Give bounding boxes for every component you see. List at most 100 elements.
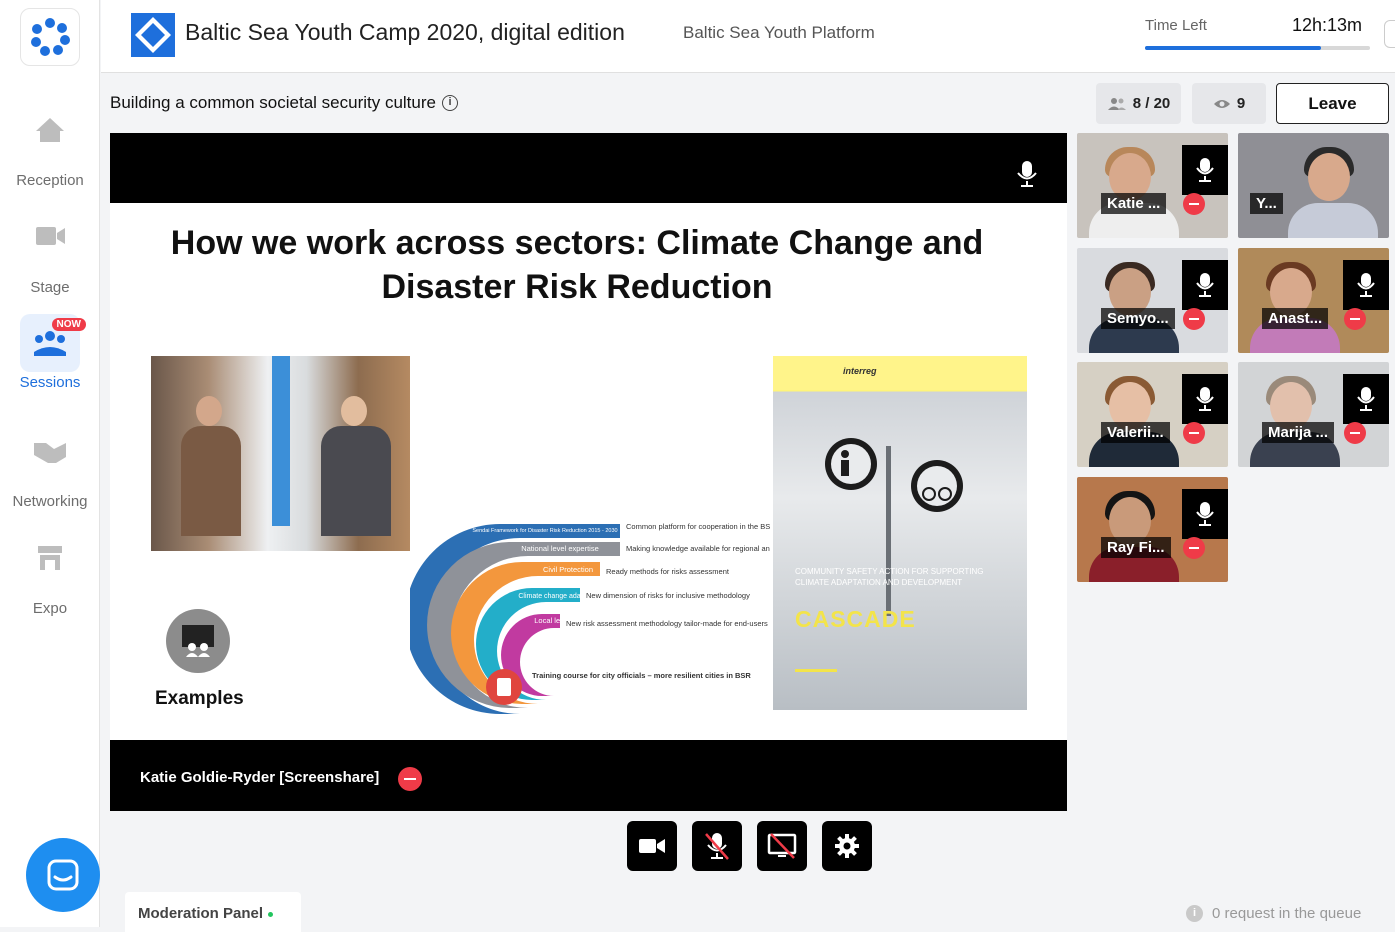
profile-menu-button[interactable] [1384,20,1395,48]
band-label: National level expertise [521,544,599,553]
sidebar-item-expo[interactable]: Expo [0,540,100,640]
moderation-panel-label: Moderation Panel [138,905,264,922]
camera-toggle-button[interactable] [627,821,677,871]
participant-name: Y... [1250,193,1283,214]
participant-name: Semyo... [1101,308,1175,329]
microphone-icon[interactable] [1343,260,1389,310]
home-icon [20,112,80,170]
sidebar-item-stage[interactable]: Stage [0,219,100,319]
handshake-icon [20,433,80,491]
sidebar-item-label: Stage [30,279,70,296]
stage-video[interactable]: How we work across sectors: Climate Chan… [110,133,1067,811]
sidebar-item-label: Expo [32,600,68,617]
participant-tile[interactable]: Y... [1238,133,1389,238]
chat-launcher-button[interactable] [26,838,100,912]
band-description: Training course for city officials – mor… [532,671,751,680]
microphone-icon[interactable] [1182,145,1228,195]
people-group-icon: NOW [20,314,86,372]
chat-icon [47,859,79,891]
poster-brand: interreg [843,366,877,376]
sidebar-item-label: Sessions [19,374,81,391]
slide-photo [151,356,410,551]
microphone-muted-icon [705,833,729,860]
remove-participant-button[interactable] [1344,308,1366,330]
un-flag [272,356,290,526]
booth-icon [20,540,80,598]
screen-share-off-icon [767,833,797,859]
left-sidebar: Reception Stage NOW Sessions Networking … [0,0,100,927]
participant-tile[interactable]: Valerii... [1077,362,1228,467]
remove-presenter-button[interactable] [398,767,422,791]
event-title: Baltic Sea Youth Camp 2020, digital edit… [185,19,625,45]
microphone-icon[interactable] [1343,374,1389,424]
video-camera-icon [20,219,80,277]
leave-button[interactable]: Leave [1276,83,1389,124]
band-description: New dimension of risks for inclusive met… [586,591,750,600]
info-icon: i [1186,905,1203,922]
band-description: Ready methods for risks assessment [606,567,730,576]
info-icon[interactable]: i [441,95,458,111]
band-description: Making knowledge available for regional … [626,544,770,553]
online-status-dot [268,911,274,917]
remove-participant-button[interactable] [1183,193,1205,215]
microphone-icon[interactable] [1182,374,1228,424]
app-logo[interactable] [20,8,80,66]
presentation-icon [166,609,230,673]
participant-tile[interactable]: Marija ... [1238,362,1389,467]
time-left-value: 12h:13m [1292,15,1363,35]
band-description: New risk assessment methodology tailor-m… [566,619,768,628]
attendee-count: 8 / 20 [1132,95,1171,112]
band-label: Civil Protection [543,565,593,574]
video-camera-icon [639,839,665,853]
participant-tile[interactable]: Katie ... [1077,133,1228,238]
remove-participant-button[interactable] [1183,422,1205,444]
cascade-poster: interreg COMMUNITY SAFETY ACTION FOR SUP… [773,356,1027,710]
band-label: Local level [534,616,570,625]
microphone-icon[interactable] [1182,489,1228,539]
participant-name: Anast... [1262,308,1329,329]
microphone-icon[interactable] [1182,260,1228,310]
gear-icon [835,834,859,858]
organizer-link[interactable]: Baltic Sea Youth Platform [683,23,875,43]
sidebar-item-sessions[interactable]: NOW Sessions [0,314,100,414]
poster-logo-strip: interreg [773,356,1027,390]
sidebar-item-reception[interactable]: Reception [0,112,100,212]
event-logo [129,11,177,59]
poster-subtitle: COMMUNITY SAFETY ACTION FOR SUPPORTING C… [795,567,984,587]
time-left-progress-fill [1145,46,1321,50]
participant-tile[interactable]: Semyo... [1077,248,1228,353]
presentation-slide: How we work across sectors: Climate Chan… [110,203,1067,740]
queue-text: 0 request in the queue [1212,905,1362,922]
examples-label: Examples [155,688,244,709]
band-label: Sendai Framework for Disaster Risk Reduc… [472,528,617,534]
session-title: Building a common societal security cult… [110,93,458,113]
sidebar-item-label: Networking [12,493,88,510]
participant-name: Valerii... [1101,422,1170,443]
people-icon [1107,97,1126,110]
time-left-progress [1145,46,1370,50]
microphone-icon[interactable] [1015,160,1039,188]
participant-name: Marija ... [1262,422,1335,443]
viewer-count-badge[interactable]: 9 [1192,83,1266,124]
remove-participant-button[interactable] [1344,422,1366,444]
participant-tile[interactable]: Anast... [1238,248,1389,353]
poster-headline: CASCADE [795,606,916,632]
time-left-label: Time Left [1145,17,1207,34]
remove-participant-button[interactable] [1183,537,1205,559]
screen-share-toggle-button[interactable] [757,821,807,871]
slide-title: How we work across sectors: Climate Chan… [170,224,984,306]
session-title-text: Building a common societal security cult… [110,93,436,112]
eye-icon [1213,99,1230,108]
attendee-count-badge[interactable]: 8 / 20 [1096,83,1181,124]
participant-name: Ray Fi... [1101,537,1171,558]
request-queue-status: i 0 request in the queue [1186,905,1361,922]
moderation-panel-tab[interactable]: Moderation Panel [125,892,301,932]
viewer-count: 9 [1236,95,1246,112]
sidebar-item-networking[interactable]: Networking [0,433,100,533]
presenter-name: Katie Goldie-Ryder [Screenshare] [140,769,380,786]
settings-button[interactable] [822,821,872,871]
microphone-toggle-button[interactable] [692,821,742,871]
remove-participant-button[interactable] [1183,308,1205,330]
participant-tile[interactable]: Ray Fi... [1077,477,1228,582]
app-logo-icon [31,18,70,56]
